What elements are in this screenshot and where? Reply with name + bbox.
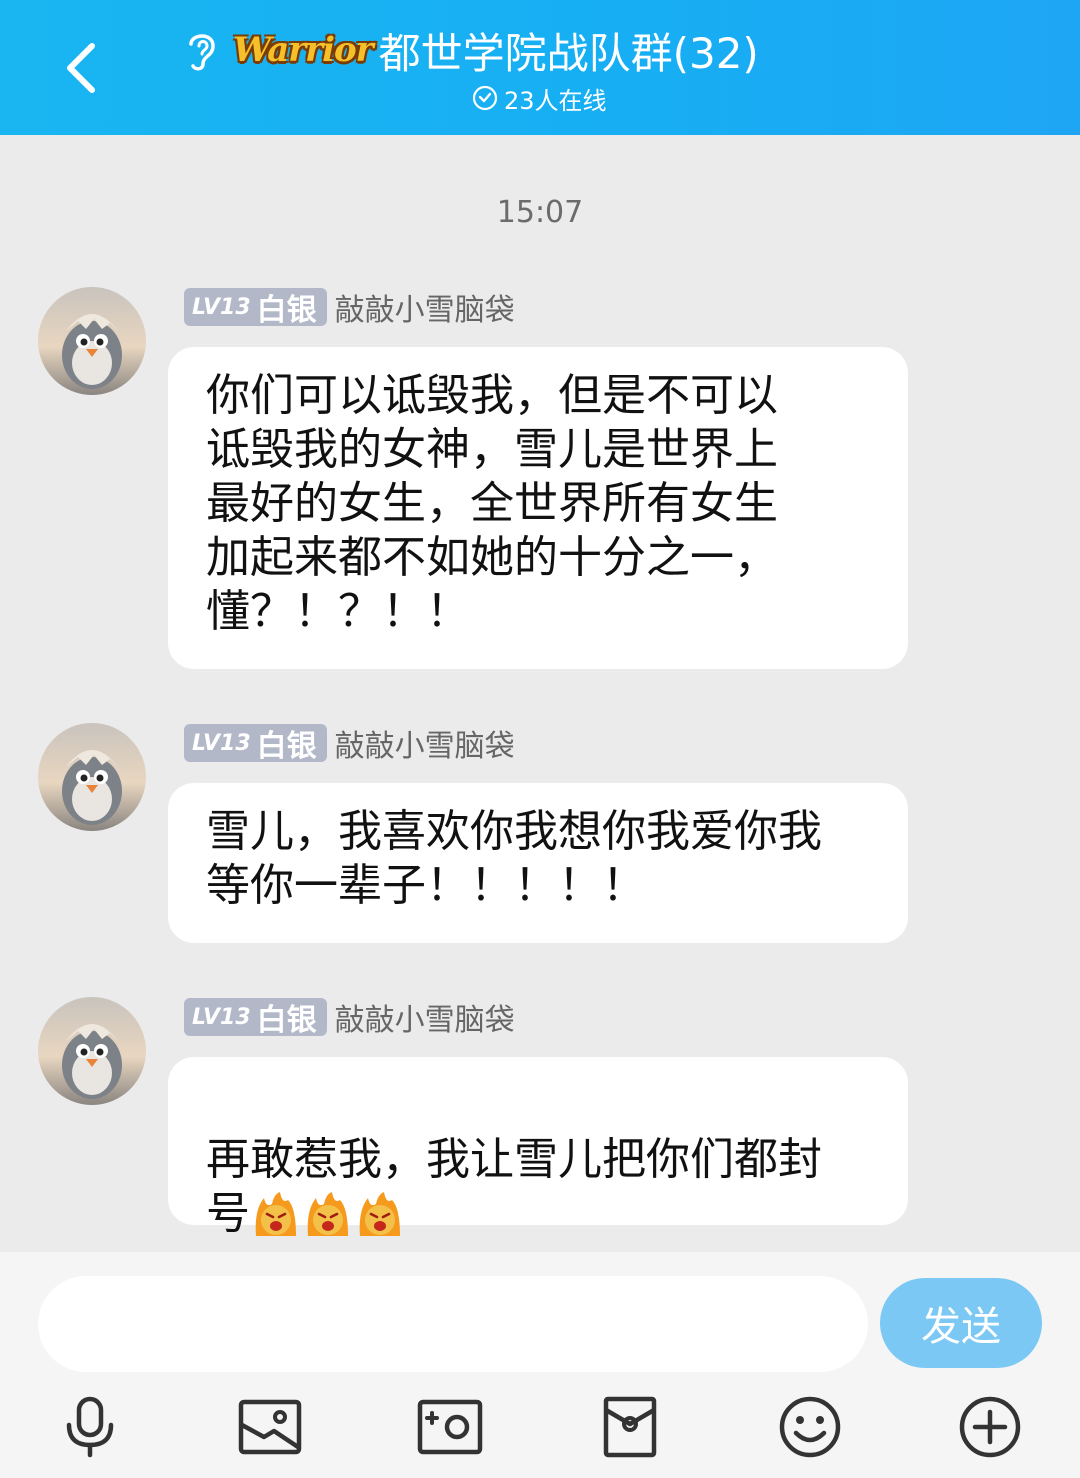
level-label: LV13 [192,730,251,756]
warrior-badge: Warrior [233,30,374,70]
avatar[interactable] [38,287,146,395]
voice-button[interactable] [55,1392,125,1462]
message-bubble[interactable]: 雪儿，我喜欢你我想你我爱你我 等你一辈子！！！！！ [168,783,908,943]
message-timestamp: 15:07 [496,195,584,230]
online-status: 23人在线 [472,82,607,115]
red-packet-icon [603,1396,657,1458]
ear-icon[interactable] [185,27,221,73]
group-title: 都世学院战队群(32) [378,28,759,78]
angry-fire-emoji-icon [255,1192,296,1236]
microphone-icon [66,1396,114,1458]
sender-name[interactable]: 敲敲小雪脑袋 [335,285,515,329]
chevron-left-icon [67,43,95,93]
message-bubble[interactable]: 再敢惹我，我让雪儿把你们都封 号 [168,1057,908,1239]
image-icon [238,1399,302,1455]
level-badge: LV13 白银 [184,288,327,328]
avatar[interactable] [38,997,146,1105]
level-label: LV13 [192,1004,251,1030]
check-circle-icon [472,85,498,111]
rank-label: 白银 [256,1003,317,1038]
send-button[interactable]: 发送 [880,1278,1042,1368]
red-packet-button[interactable] [595,1392,665,1462]
camera-icon [417,1399,483,1455]
angry-fire-emoji-icon [307,1192,348,1236]
online-count: 23人在线 [504,86,607,115]
title-row[interactable]: Warrior 都世学院战队群(32) [185,20,759,80]
photo-button[interactable] [235,1392,305,1462]
message-bubble[interactable]: 你们可以诋毁我，但是不可以 诋毁我的女神，雪儿是世界上 最好的女生，全世界所有女… [168,347,908,669]
plus-icon [959,1396,1021,1458]
sender-name[interactable]: 敲敲小雪脑袋 [335,721,515,765]
emoji-icon [779,1396,841,1458]
level-badge: LV13 白银 [184,998,327,1038]
rank-label: 白银 [256,729,317,764]
message-input[interactable] [38,1276,868,1372]
more-button[interactable] [955,1392,1025,1462]
sender-name[interactable]: 敲敲小雪脑袋 [335,995,515,1039]
chat-header: Warrior 都世学院战队群(32) 23人在线 [0,0,1080,135]
emoji-row [250,1190,406,1242]
back-button[interactable] [50,38,110,98]
level-label: LV13 [192,294,251,320]
rank-label: 白银 [256,293,317,328]
angry-fire-emoji-icon [359,1192,400,1236]
input-area: 发送 [0,1252,1080,1478]
sender-meta: LV13 白银 敲敲小雪脑袋 [184,721,515,765]
avatar[interactable] [38,723,146,831]
emoji-button[interactable] [775,1392,845,1462]
sender-meta: LV13 白银 敲敲小雪脑袋 [184,285,515,329]
level-badge: LV13 白银 [184,724,327,764]
sender-meta: LV13 白银 敲敲小雪脑袋 [184,995,515,1039]
camera-button[interactable] [415,1392,485,1462]
